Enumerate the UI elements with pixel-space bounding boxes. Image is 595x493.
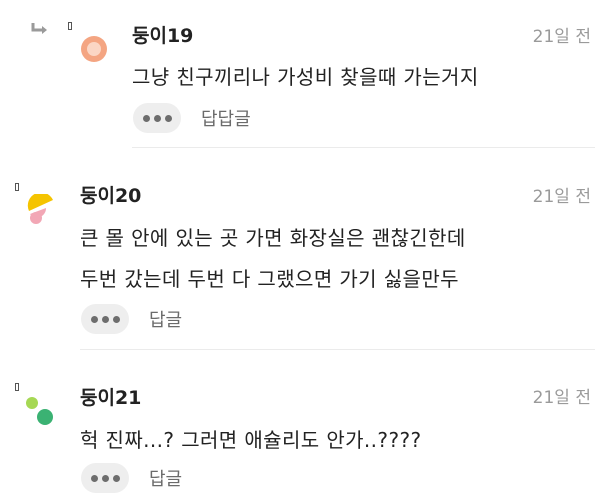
comment-item: 둥이21 21일 전 헉 진짜...? 그러면 애슐리도 안가..???? 답글	[0, 350, 595, 493]
divider	[132, 147, 595, 148]
reply-arrow-icon	[31, 23, 47, 34]
more-options-button[interactable]	[81, 463, 129, 493]
dot-icon	[112, 474, 120, 482]
dot-icon	[101, 474, 109, 482]
comment-text: 헉 진짜...? 그러면 애슐리도 안가..????	[80, 428, 422, 452]
comment-text: 두번 갔는데 두번 다 그랬으면 가기 싫을만두	[80, 267, 459, 291]
yellow-pink-shapes-avatar-icon	[27, 194, 53, 224]
comment-timestamp: 21일 전	[532, 187, 591, 207]
dot-icon	[142, 114, 150, 122]
comment-item: 둥이19 21일 전 그냥 친구끼리나 가성비 찾을때 가는거지 답답글	[0, 0, 595, 148]
more-options-button[interactable]	[133, 103, 181, 133]
dot-icon	[164, 114, 172, 122]
comment-timestamp: 21일 전	[532, 27, 591, 47]
more-options-button[interactable]	[81, 304, 129, 334]
green-dots-avatar-icon	[26, 397, 53, 425]
comment-text: 그냥 친구끼리나 가성비 찾을때 가는거지	[132, 65, 479, 89]
reply-button[interactable]: 답글	[149, 465, 182, 491]
dot-icon	[90, 474, 98, 482]
comment-author[interactable]: 둥이19	[132, 21, 193, 48]
dot-icon	[112, 315, 120, 323]
comment-timestamp: 21일 전	[532, 388, 591, 408]
dot-icon	[101, 315, 109, 323]
comment-author[interactable]: 둥이21	[80, 383, 141, 410]
dot-icon	[90, 315, 98, 323]
drag-handle-icon	[15, 383, 19, 391]
comment-author[interactable]: 둥이20	[80, 181, 141, 208]
drag-handle-icon	[68, 22, 72, 30]
comment-item: 둥이20 21일 전 큰 몰 안에 있는 곳 가면 화장실은 괜찮긴한데 두번 …	[0, 150, 595, 350]
peach-circle-avatar-icon	[81, 36, 107, 62]
comment-text: 큰 몰 안에 있는 곳 가면 화장실은 괜찮긴한데	[80, 226, 466, 250]
dot-icon	[153, 114, 161, 122]
drag-handle-icon	[15, 183, 19, 191]
reply-button[interactable]: 답답글	[201, 105, 251, 131]
reply-button[interactable]: 답글	[149, 306, 182, 332]
